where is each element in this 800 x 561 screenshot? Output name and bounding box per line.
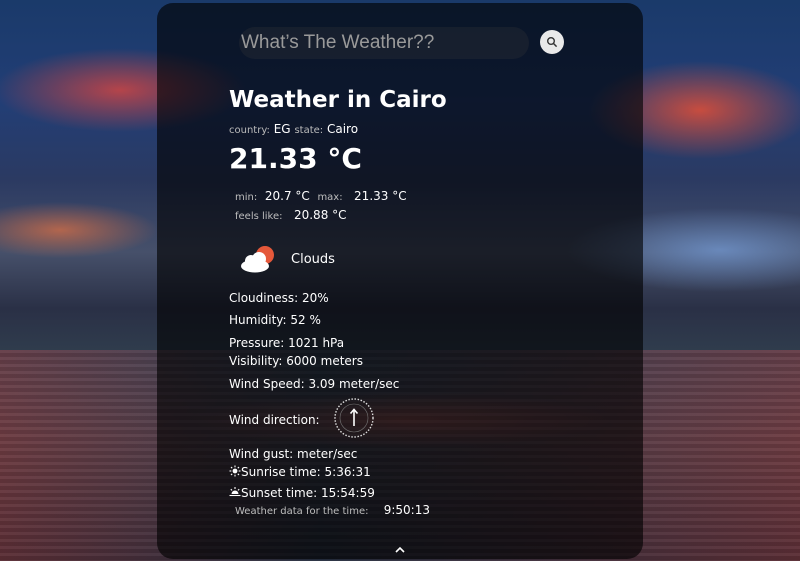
state-value: Cairo — [326, 122, 359, 136]
state-label: state: — [294, 125, 324, 136]
condition-text: Clouds — [291, 251, 335, 267]
pressure: Pressure: 1021 hPa — [229, 336, 345, 350]
feels-value: 20.88 °C — [293, 208, 347, 222]
search-input[interactable] — [239, 27, 529, 59]
sunset-icon — [229, 487, 241, 497]
max-value: 21.33 °C — [354, 189, 407, 203]
sunset-text: Sunset time: 15:54:59 — [241, 486, 375, 500]
cloudiness: Cloudiness: 20% — [229, 291, 329, 305]
wind-speed: Wind Speed: 3.09 meter/sec — [229, 377, 400, 391]
data-time-value: 9:50:13 — [383, 503, 430, 517]
weather-condition: Clouds — [239, 243, 335, 275]
wind-direction-label: Wind direction: — [229, 413, 320, 427]
sunset-line: Sunset time: 15:54:59 — [229, 486, 375, 500]
temperature: 21.33 °C — [229, 142, 362, 175]
cloud-sun-icon — [241, 246, 274, 273]
min-value: 20.7 °C — [264, 189, 310, 203]
min-max-line: min: 20.7 °C max: 21.33 °C — [235, 189, 407, 203]
wind-gust: Wind gust: meter/sec — [229, 447, 358, 461]
sunrise-line: Sunrise time: 5:36:31 — [229, 465, 371, 479]
data-time-line: Weather data for the time: 9:50:13 — [235, 503, 430, 517]
sunrise-icon — [229, 465, 241, 477]
search-icon — [547, 37, 558, 48]
compass-icon — [334, 398, 374, 438]
sunrise-text: Sunrise time: 5:36:31 — [241, 465, 371, 479]
country-label: country: — [229, 125, 270, 136]
feels-label: feels like: — [235, 211, 283, 222]
chevron-up-icon[interactable] — [393, 544, 407, 556]
search-bar — [239, 27, 565, 59]
country-value: EG — [273, 122, 291, 136]
weather-card: Weather in Cairo country: EG state: Cair… — [157, 3, 643, 559]
max-label: max: — [317, 192, 343, 203]
location-line: country: EG state: Cairo — [229, 122, 358, 136]
feels-like-line: feels like: 20.88 °C — [235, 208, 347, 222]
visibility: Visibility: 6000 meters — [229, 354, 363, 368]
min-label: min: — [235, 192, 258, 203]
data-time-label: Weather data for the time: — [235, 506, 369, 517]
city-title: Weather in Cairo — [229, 87, 447, 113]
search-button[interactable] — [540, 30, 564, 54]
humidity: Humidity: 52 % — [229, 313, 321, 327]
